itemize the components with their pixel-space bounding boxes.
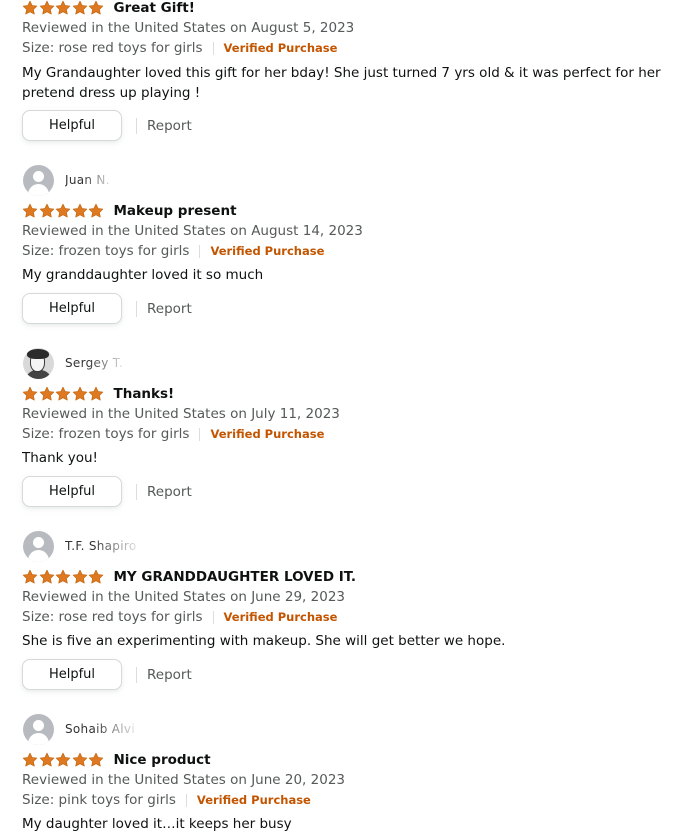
star-icon bbox=[39, 386, 54, 401]
star-icon bbox=[39, 203, 54, 218]
variant-size[interactable]: Size: frozen toys for girls bbox=[22, 243, 189, 259]
avatar-icon bbox=[23, 530, 54, 562]
verified-purchase-badge: Verified Purchase bbox=[210, 244, 325, 258]
reviewer-name[interactable]: T.F. Shapiro bbox=[65, 539, 136, 553]
variant-size[interactable]: Size: rose red toys for girls bbox=[22, 40, 203, 56]
divider bbox=[199, 244, 201, 258]
star-rating bbox=[22, 386, 105, 402]
divider bbox=[212, 610, 214, 624]
star-icon bbox=[39, 0, 54, 15]
review-date: Reviewed in the United States on August … bbox=[22, 223, 363, 239]
review-date: Reviewed in the United States on August … bbox=[22, 20, 355, 36]
review-body: My daughter loved it…it keeps her busy bbox=[22, 816, 292, 832]
review-title[interactable]: Thanks! bbox=[114, 386, 175, 402]
helpful-button[interactable]: Helpful bbox=[22, 659, 122, 690]
reviewer-profile[interactable]: Sergey T. bbox=[23, 347, 123, 379]
review-title[interactable]: Nice product bbox=[114, 752, 211, 768]
review-body: Thank you! bbox=[22, 450, 98, 466]
star-icon bbox=[22, 0, 38, 15]
variant-size[interactable]: Size: frozen toys for girls bbox=[22, 426, 189, 442]
report-link[interactable]: Report bbox=[147, 301, 192, 317]
star-icon bbox=[88, 569, 104, 584]
review-date: Reviewed in the United States on June 20… bbox=[22, 772, 345, 788]
star-icon bbox=[72, 569, 87, 584]
review-variant-row: Size: rose red toys for girls Verified P… bbox=[22, 609, 337, 625]
star-icon bbox=[22, 752, 38, 767]
star-icon bbox=[55, 203, 71, 218]
divider bbox=[136, 666, 137, 683]
avatar-photo bbox=[23, 347, 54, 379]
reviewer-profile[interactable]: Juan N. bbox=[23, 164, 110, 196]
star-rating bbox=[22, 752, 105, 768]
review-actions: Helpful Report bbox=[22, 110, 192, 141]
divider bbox=[136, 483, 137, 500]
divider bbox=[212, 41, 214, 55]
star-icon bbox=[55, 752, 71, 767]
star-icon bbox=[72, 203, 87, 218]
verified-purchase-badge: Verified Purchase bbox=[223, 610, 338, 624]
review-body: My granddaughter loved it so much bbox=[22, 267, 264, 283]
star-icon bbox=[88, 752, 104, 767]
review-title-row[interactable]: Nice product bbox=[22, 750, 211, 770]
verified-purchase-badge: Verified Purchase bbox=[196, 793, 311, 807]
verified-purchase-badge: Verified Purchase bbox=[210, 427, 325, 441]
reviewer-name[interactable]: Sergey T. bbox=[65, 356, 123, 370]
review-title[interactable]: MY GRANDDAUGHTER LOVED IT. bbox=[114, 569, 357, 585]
star-rating bbox=[22, 569, 105, 585]
star-rating bbox=[22, 203, 105, 219]
review-date: Reviewed in the United States on July 11… bbox=[22, 406, 340, 422]
reviewer-name[interactable]: Juan N. bbox=[65, 173, 110, 187]
star-icon bbox=[88, 203, 104, 218]
review-title-row[interactable]: Makeup present bbox=[22, 201, 237, 221]
verified-purchase-badge: Verified Purchase bbox=[223, 41, 338, 55]
star-icon bbox=[22, 386, 38, 401]
review-actions: Helpful Report bbox=[22, 476, 192, 507]
star-icon bbox=[22, 203, 38, 218]
star-icon bbox=[55, 0, 71, 15]
variant-size[interactable]: Size: rose red toys for girls bbox=[22, 609, 203, 625]
avatar-icon bbox=[23, 164, 54, 196]
divider bbox=[136, 117, 137, 134]
star-icon bbox=[55, 386, 71, 401]
reviews-list: Great Gift! Reviewed in the United State… bbox=[0, 0, 679, 836]
reviewer-profile[interactable]: Sohaib Alvi bbox=[23, 713, 135, 745]
review-body: My Grandaughter loved this gift for her … bbox=[22, 65, 661, 101]
review-variant-row: Size: frozen toys for girls Verified Pur… bbox=[22, 243, 324, 259]
divider bbox=[136, 300, 137, 317]
star-icon bbox=[22, 569, 38, 584]
review-actions: Helpful Report bbox=[22, 659, 192, 690]
helpful-button[interactable]: Helpful bbox=[22, 110, 122, 141]
report-link[interactable]: Report bbox=[147, 484, 192, 500]
review-variant-row: Size: pink toys for girls Verified Purch… bbox=[22, 792, 311, 808]
review-title[interactable]: Makeup present bbox=[114, 203, 237, 219]
review-body: She is five an experimenting with makeup… bbox=[22, 633, 506, 649]
review-date: Reviewed in the United States on June 29… bbox=[22, 589, 345, 605]
star-icon bbox=[39, 569, 54, 584]
review-title-row[interactable]: Great Gift! bbox=[22, 0, 195, 18]
helpful-button[interactable]: Helpful bbox=[22, 293, 122, 324]
avatar-icon bbox=[23, 713, 54, 745]
review-title-row[interactable]: MY GRANDDAUGHTER LOVED IT. bbox=[22, 567, 356, 587]
divider bbox=[199, 427, 201, 441]
helpful-button[interactable]: Helpful bbox=[22, 476, 122, 507]
report-link[interactable]: Report bbox=[147, 667, 192, 683]
variant-size[interactable]: Size: pink toys for girls bbox=[22, 792, 176, 808]
star-icon bbox=[55, 569, 71, 584]
reviewer-profile[interactable]: T.F. Shapiro bbox=[23, 530, 136, 562]
review-variant-row: Size: rose red toys for girls Verified P… bbox=[22, 40, 337, 56]
star-icon bbox=[39, 752, 54, 767]
reviewer-name[interactable]: Sohaib Alvi bbox=[65, 722, 135, 736]
review-variant-row: Size: frozen toys for girls Verified Pur… bbox=[22, 426, 324, 442]
divider bbox=[185, 793, 187, 807]
star-rating bbox=[22, 0, 105, 16]
review-title-row[interactable]: Thanks! bbox=[22, 384, 174, 404]
review-title[interactable]: Great Gift! bbox=[114, 0, 195, 16]
star-icon bbox=[72, 386, 87, 401]
star-icon bbox=[72, 0, 87, 15]
review-actions: Helpful Report bbox=[22, 293, 192, 324]
star-icon bbox=[88, 0, 104, 15]
star-icon bbox=[72, 752, 87, 767]
star-icon bbox=[88, 386, 104, 401]
report-link[interactable]: Report bbox=[147, 118, 192, 134]
